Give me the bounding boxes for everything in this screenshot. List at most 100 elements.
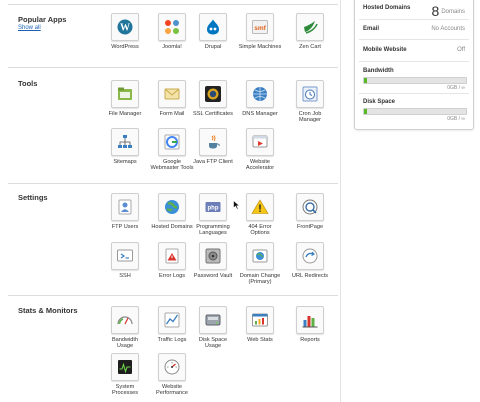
tile-programming-languages[interactable]: php Programming Languages (189, 193, 237, 237)
tile-label: Zen Cart (299, 44, 321, 50)
form-mail-icon (158, 80, 186, 108)
error-logs-icon (158, 242, 186, 270)
mouse-cursor-icon (233, 200, 241, 210)
tile-label: Bandwidth Usage (111, 337, 139, 350)
hosted-domains-unit: Domains (441, 9, 465, 15)
tile-simple-machines[interactable]: smf Simple Machines (236, 13, 284, 50)
system-processes-icon (111, 353, 139, 381)
bandwidth-bar-fill (364, 78, 368, 83)
tile-label: Cron Job Manager (298, 111, 322, 124)
tile-label: SSL Certificates (193, 111, 233, 117)
mobile-website-label: Mobile Website (363, 47, 407, 53)
tile-label: Disk Space Usage (198, 337, 228, 350)
tile-label: DNS Manager (242, 111, 278, 117)
divider (8, 183, 338, 184)
tile-reports[interactable]: Reports (286, 306, 334, 343)
panel-divider (359, 19, 469, 20)
disk-space-value: 0GB / ∞ (447, 116, 465, 122)
tile-bandwidth-usage[interactable]: Bandwidth Usage (101, 306, 149, 350)
smf-icon: smf (246, 13, 274, 41)
svg-text:W: W (120, 23, 130, 34)
section-title-tools: Tools (18, 79, 38, 88)
tile-website-accelerator[interactable]: Website Accelerator (236, 128, 284, 172)
tile-label: File Manager (108, 111, 142, 117)
disk-space-label: Disk Space (363, 99, 396, 105)
hosted-domains-row: Hosted Domains 8 Domains (363, 3, 465, 19)
email-value: No Accounts (431, 26, 465, 32)
tile-label: Simple Machines (238, 44, 282, 50)
tile-domain-change-primary[interactable]: Domain Change (Primary) (236, 242, 284, 286)
tile-label: FTP Users (111, 224, 139, 230)
java-ftp-icon (199, 128, 227, 156)
tile-file-manager[interactable]: File Manager (101, 80, 149, 117)
sitemaps-icon (111, 128, 139, 156)
panel-divider (359, 61, 469, 62)
wordpress-icon: W (111, 13, 139, 41)
divider (8, 4, 338, 5)
drupal-icon (199, 13, 227, 41)
tile-web-stats[interactable]: Web Stats (236, 306, 284, 343)
tile-website-performance[interactable]: Website Performance (148, 353, 196, 397)
file-manager-icon (111, 80, 139, 108)
tile-system-processes[interactable]: System Processes (101, 353, 149, 397)
tile-cron-job-manager[interactable]: Cron Job Manager (286, 80, 334, 124)
disk-space-bar (363, 108, 467, 115)
svg-text:smf: smf (254, 25, 266, 32)
tile-frontpage[interactable]: FrontPage (286, 193, 334, 230)
programming-languages-icon: php (199, 193, 227, 221)
tile-ssh[interactable]: SSH (101, 242, 149, 279)
section-title-stats-monitors: Stats & Monitors (18, 306, 78, 315)
tile-url-redirects[interactable]: URL Redirects (286, 242, 334, 279)
ssh-icon (111, 242, 139, 270)
account-summary-panel: Hosted Domains 8 Domains Email No Account… (354, 0, 474, 130)
tile-label: Java FTP Client (193, 159, 233, 165)
tile-ssl-certificates[interactable]: SSL Certificates (189, 80, 237, 117)
section-title-popular-apps: Popular Apps (18, 15, 67, 24)
tile-drupal[interactable]: Drupal (189, 13, 237, 50)
joomla-icon (158, 13, 186, 41)
domain-change-icon (246, 242, 274, 270)
bandwidth-usage-icon (111, 306, 139, 334)
tile-disk-space-usage[interactable]: Disk Space Usage (189, 306, 237, 350)
tile-password-vault[interactable]: Password Vault (189, 242, 237, 279)
tile-label: Sitemaps (113, 159, 137, 165)
tile-wordpress[interactable]: W WordPress (101, 13, 149, 50)
hosted-domains-value[interactable]: 8 Domains (432, 3, 465, 19)
divider (8, 295, 338, 296)
panel-divider (359, 93, 469, 94)
website-performance-icon (158, 353, 186, 381)
tile-label: Reports (300, 337, 320, 343)
tile-sitemaps[interactable]: Sitemaps (101, 128, 149, 165)
tile-label: Website Accelerator (245, 159, 275, 172)
tile-label: Website Performance (155, 384, 189, 397)
bandwidth-bar (363, 77, 467, 84)
panel-divider (359, 39, 469, 40)
section-title-settings: Settings (18, 193, 48, 202)
show-all-link[interactable]: Show all (18, 25, 41, 31)
zen-cart-icon (296, 13, 324, 41)
main-content: Popular Apps Show all W WordPress Joomla! D… (0, 0, 342, 402)
bandwidth-label: Bandwidth (363, 68, 394, 74)
tile-java-ftp-client[interactable]: Java FTP Client (189, 128, 237, 165)
traffic-logs-icon (158, 306, 186, 334)
tile-zen-cart[interactable]: Zen Cart (286, 13, 334, 50)
tile-label: Password Vault (193, 273, 233, 279)
hosted-domains-icon (158, 193, 186, 221)
mobile-website-value[interactable]: Off (457, 47, 465, 53)
tile-label: System Processes (111, 384, 139, 397)
disk-space-bar-fill (364, 109, 368, 114)
tile-label: Drupal (204, 44, 222, 50)
tile-label: URL Redirects (291, 273, 329, 279)
error-404-icon (246, 193, 274, 221)
ssl-certificates-icon (199, 80, 227, 108)
tile-ftp-users[interactable]: FTP Users (101, 193, 149, 230)
url-redirects-icon (296, 242, 324, 270)
hosted-domains-count: 8 (431, 3, 440, 19)
tile-label: WordPress (111, 44, 139, 50)
tile-label: Web Stats (247, 337, 273, 343)
disk-space-usage-icon (199, 306, 227, 334)
tile-dns-manager[interactable]: DNS Manager (236, 80, 284, 117)
cron-job-icon (296, 80, 324, 108)
google-webmaster-icon (158, 128, 186, 156)
tile-404-error-options[interactable]: 404 Error Options (236, 193, 284, 237)
